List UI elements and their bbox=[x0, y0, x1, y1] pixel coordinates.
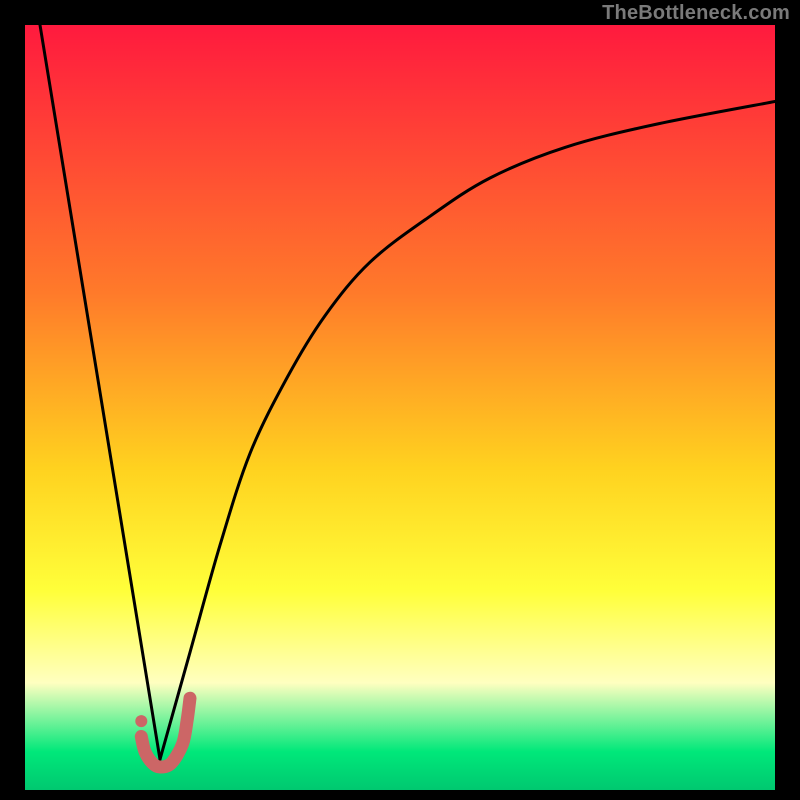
watermark-text: TheBottleneck.com bbox=[602, 2, 790, 25]
chart-svg bbox=[25, 25, 775, 790]
marker-dot bbox=[135, 715, 147, 727]
gradient-bg bbox=[25, 25, 775, 790]
frame: TheBottleneck.com bbox=[0, 0, 800, 800]
chart-plot-area bbox=[25, 25, 775, 790]
